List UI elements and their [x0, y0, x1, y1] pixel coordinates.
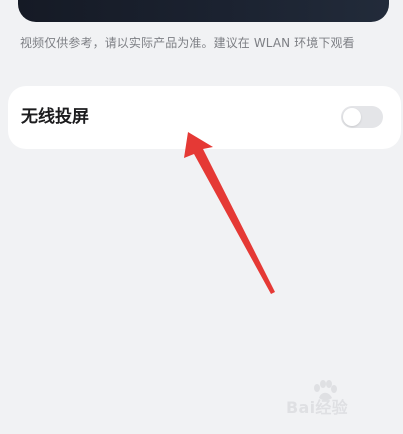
video-preview[interactable] [18, 0, 389, 22]
watermark: Bai经验 [282, 380, 392, 420]
toggle-knob [343, 108, 361, 126]
wireless-projection-label: 无线投屏 [21, 107, 89, 127]
red-arrow-annotation [184, 132, 275, 294]
video-disclaimer: 视频仅供参考，请以实际产品为准。建议在 WLAN 环境下观看 [20, 36, 355, 50]
watermark-text: Bai经验 [286, 398, 348, 417]
wireless-projection-toggle[interactable] [341, 106, 383, 128]
